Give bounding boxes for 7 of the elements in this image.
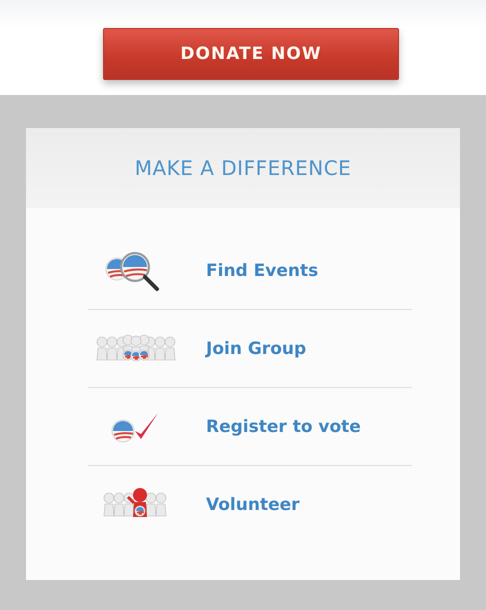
action-link[interactable]: Join Group (206, 338, 306, 358)
donate-button[interactable]: DONATE NOW (103, 28, 399, 80)
action-link[interactable]: Find Events (206, 260, 318, 280)
crowd-icon (96, 332, 176, 364)
panel-title: MAKE A DIFFERENCE (134, 156, 352, 180)
action-link[interactable]: Volunteer (206, 494, 300, 514)
action-link[interactable]: Register to vote (206, 416, 361, 436)
